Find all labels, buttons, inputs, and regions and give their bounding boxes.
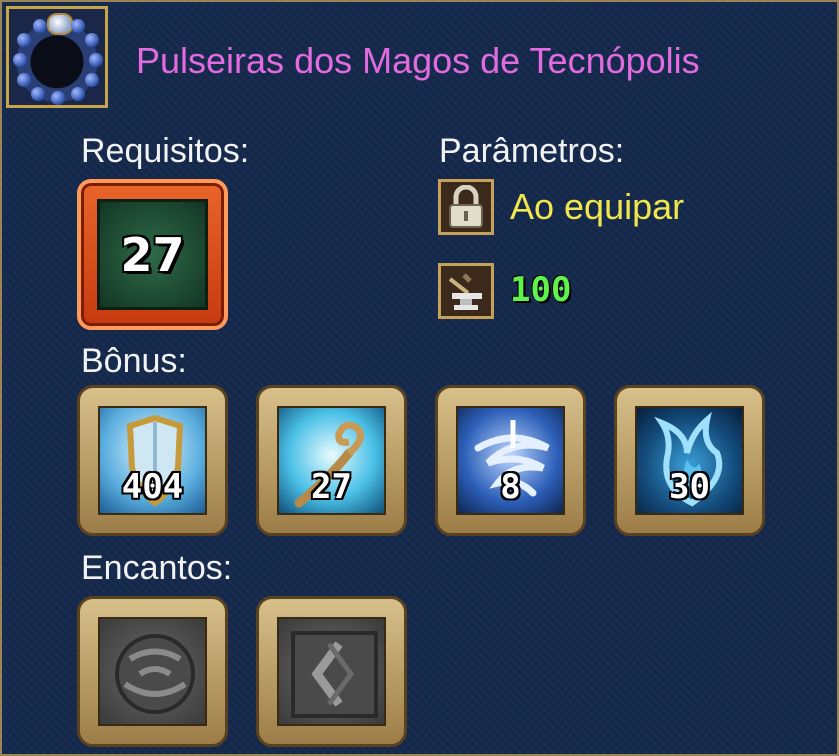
ice-shield-icon: 404 xyxy=(98,406,207,515)
water-vortex-icon: 8 xyxy=(456,406,565,515)
durability-value: 100 xyxy=(510,270,572,310)
bonus-label: Bônus: xyxy=(81,342,187,380)
level-requirement-badge: 27 xyxy=(77,179,228,330)
item-tooltip-panel: Pulseiras dos Magos de Tecnópolis Requis… xyxy=(0,0,839,756)
enchant-slot[interactable] xyxy=(256,596,407,747)
bonus-slot[interactable]: 8 xyxy=(435,385,586,536)
blue-flame-icon: 30 xyxy=(635,406,744,515)
anvil-icon xyxy=(438,263,494,319)
frost-staff-icon: 27 xyxy=(277,406,386,515)
binding-text: Ao equipar xyxy=(510,186,685,227)
item-title: Pulseiras dos Magos de Tecnópolis xyxy=(136,40,700,81)
enchant-slot[interactable] xyxy=(77,596,228,747)
lock-icon xyxy=(438,179,494,235)
bonus-value: 404 xyxy=(121,467,184,507)
parameters-label: Parâmetros: xyxy=(439,132,625,170)
requirements-label: Requisitos: xyxy=(81,132,250,170)
bonus-slot[interactable]: 30 xyxy=(614,385,765,536)
bonus-slot[interactable]: 404 xyxy=(77,385,228,536)
bonus-slot[interactable]: 27 xyxy=(256,385,407,536)
bonus-value: 27 xyxy=(311,467,352,507)
empty-rune-slot-icon xyxy=(277,617,386,726)
required-level: 27 xyxy=(120,227,185,282)
bonus-value: 30 xyxy=(669,467,710,507)
empty-rune-slot-icon xyxy=(98,617,207,726)
bracelet-icon xyxy=(6,6,108,108)
enchants-label: Encantos: xyxy=(81,549,233,587)
bonus-value: 8 xyxy=(500,467,521,507)
